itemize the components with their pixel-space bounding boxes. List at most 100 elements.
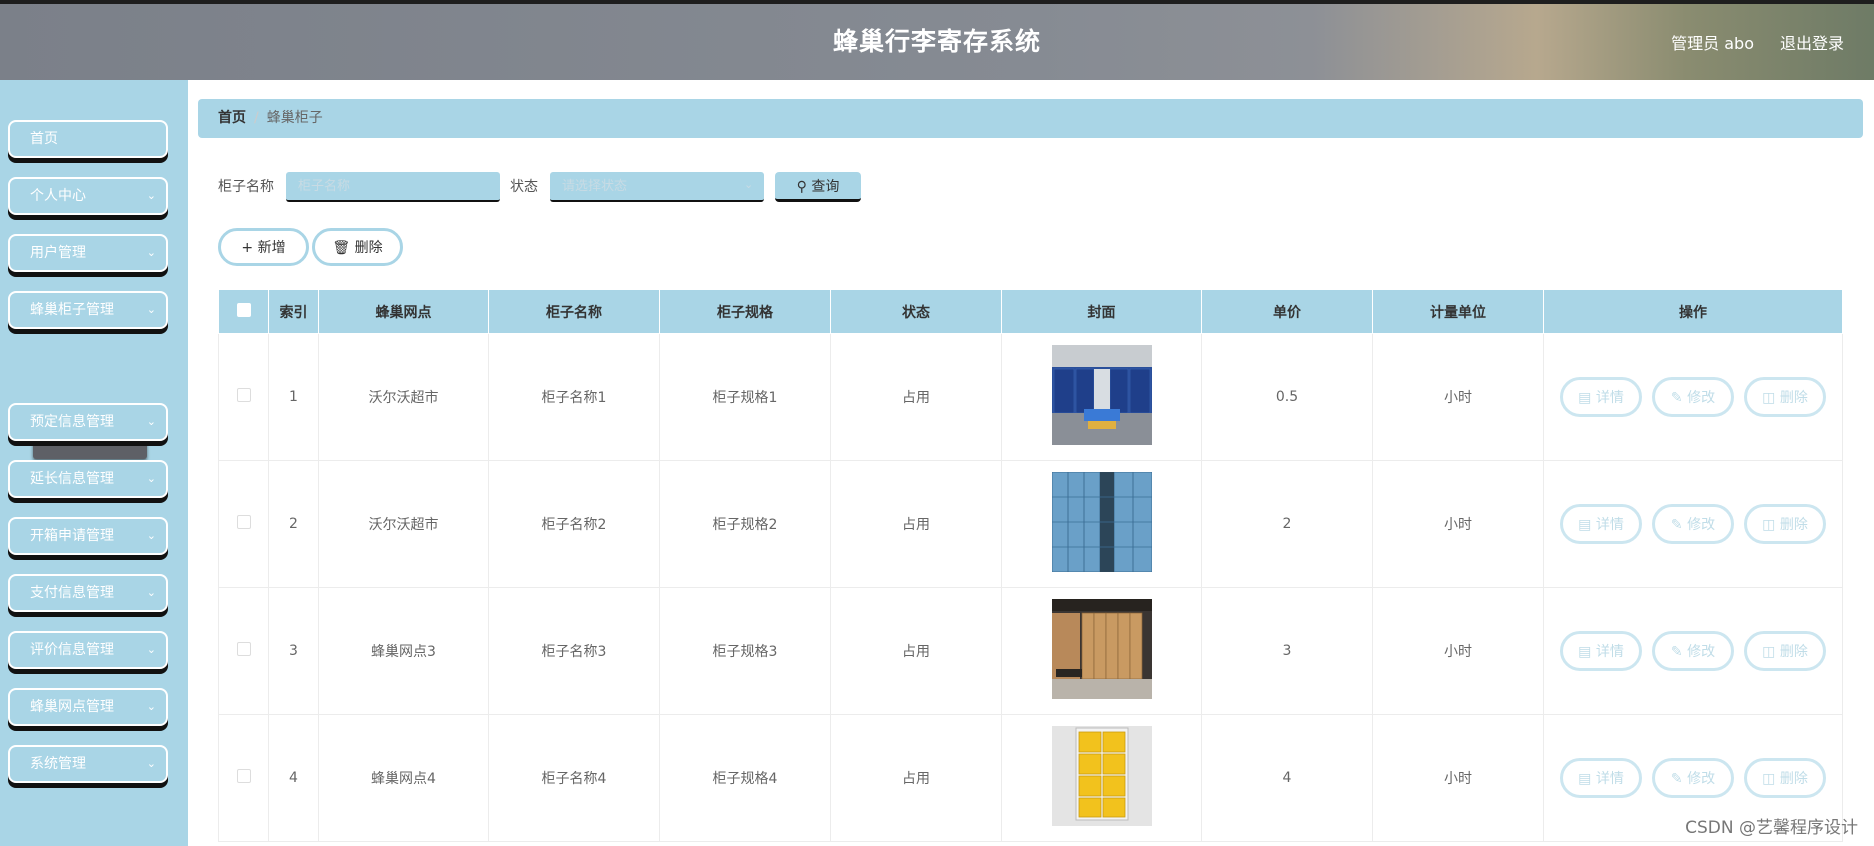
sidebar-item-label: 预定信息管理 bbox=[30, 414, 114, 430]
detail-button[interactable]: ▤ 详情 bbox=[1560, 504, 1642, 544]
row-checkbox[interactable] bbox=[236, 642, 251, 656]
document-icon: ▤ bbox=[1578, 390, 1592, 406]
detail-button[interactable]: ▤ 详情 bbox=[1560, 377, 1642, 417]
edit-button-label: 修改 bbox=[1687, 390, 1716, 406]
row-select-cell bbox=[218, 587, 269, 715]
sidebar-item-label: 蜂巢网点管理 bbox=[30, 699, 114, 715]
search-icon: ⚲ bbox=[796, 178, 807, 195]
sidebar-item-personal-center[interactable]: 个人中心 ⌄ bbox=[8, 177, 168, 215]
column-header: 索引 bbox=[268, 289, 319, 334]
add-button[interactable]: + 新增 bbox=[218, 228, 309, 266]
breadcrumb-home[interactable]: 首页 bbox=[218, 110, 246, 126]
detail-button-label: 详情 bbox=[1595, 644, 1624, 660]
spec-cell: 柜子规格1 bbox=[659, 333, 831, 461]
status-filter-label: 状态 bbox=[510, 179, 538, 195]
sidebar-item-booking-management[interactable]: 预定信息管理 ⌄ bbox=[8, 403, 168, 441]
row-select-cell bbox=[218, 714, 269, 842]
sidebar-item-label: 开箱申请管理 bbox=[30, 528, 114, 544]
sidebar-item-review-management[interactable]: 评价信息管理 ⌄ bbox=[8, 631, 168, 669]
chevron-down-icon: ⌄ bbox=[146, 643, 156, 656]
sidebar-item-payment-management[interactable]: 支付信息管理 ⌄ bbox=[8, 574, 168, 612]
row-select-cell bbox=[218, 460, 269, 588]
sidebar-item-locker-management[interactable]: 蜂巢柜子管理 ⌄ bbox=[8, 291, 168, 329]
sidebar-item-system-management[interactable]: 系统管理 ⌄ bbox=[8, 745, 168, 783]
query-button-label: 查询 bbox=[811, 178, 840, 195]
price-cell: 3 bbox=[1201, 587, 1373, 715]
unit-cell: 小时 bbox=[1372, 460, 1544, 588]
admin-user-label: 管理员 abo bbox=[1671, 34, 1754, 53]
trash-icon: 🗑 bbox=[332, 240, 351, 256]
trash-icon: ◫ bbox=[1762, 390, 1776, 406]
document-icon: ▤ bbox=[1578, 517, 1592, 533]
document-icon: ▤ bbox=[1578, 644, 1592, 660]
site-cell: 蜂巢网点4 bbox=[318, 714, 489, 842]
edit-button[interactable]: ✎ 修改 bbox=[1652, 377, 1734, 417]
cover-image bbox=[1051, 599, 1152, 699]
edit-button[interactable]: ✎ 修改 bbox=[1652, 631, 1734, 671]
sidebar-item-label: 延长信息管理 bbox=[30, 471, 114, 487]
breadcrumb-current: 蜂巢柜子 bbox=[266, 110, 323, 126]
sidebar-item-label: 首页 bbox=[30, 131, 58, 147]
table-row: 4 蜂巢网点4 柜子名称4 柜子规格4 占用 4 小时 ▤ 详情 ✎ 修改 ◫ … bbox=[218, 714, 1843, 842]
edit-button[interactable]: ✎ 修改 bbox=[1652, 504, 1734, 544]
batch-delete-button[interactable]: 🗑 删除 bbox=[312, 228, 403, 266]
column-header: 计量单位 bbox=[1372, 289, 1544, 334]
spec-cell: 柜子规格2 bbox=[659, 460, 831, 588]
cover-cell bbox=[1001, 333, 1202, 461]
pencil-icon: ✎ bbox=[1670, 644, 1683, 660]
sidebar-item-user-management[interactable]: 用户管理 ⌄ bbox=[8, 234, 168, 272]
spec-cell: 柜子规格3 bbox=[659, 587, 831, 715]
table-row: 1 沃尔沃超市 柜子名称1 柜子规格1 占用 0.5 小时 ▤ 详情 ✎ 修改 … bbox=[218, 333, 1843, 461]
delete-button[interactable]: ◫ 删除 bbox=[1744, 377, 1826, 417]
pencil-icon: ✎ bbox=[1670, 517, 1683, 533]
app-title: 蜂巢行李寄存系统 bbox=[832, 27, 1041, 56]
detail-button[interactable]: ▤ 详情 bbox=[1560, 631, 1642, 671]
row-checkbox[interactable] bbox=[236, 515, 251, 529]
site-cell: 蜂巢网点3 bbox=[318, 587, 489, 715]
delete-button[interactable]: ◫ 删除 bbox=[1744, 758, 1826, 798]
column-header: 蜂巢网点 bbox=[318, 289, 489, 334]
sidebar-item-label: 用户管理 bbox=[30, 245, 86, 261]
unit-cell: 小时 bbox=[1372, 587, 1544, 715]
logout-link[interactable]: 退出登录 bbox=[1780, 30, 1844, 54]
trash-icon: ◫ bbox=[1762, 517, 1776, 533]
edit-button-label: 修改 bbox=[1687, 517, 1716, 533]
chevron-down-icon: ⌄ bbox=[146, 472, 156, 485]
sidebar-item-open-request-management[interactable]: 开箱申请管理 ⌄ bbox=[8, 517, 168, 555]
query-button[interactable]: ⚲ 查询 bbox=[775, 172, 861, 202]
select-all-checkbox[interactable] bbox=[236, 302, 251, 317]
sidebar-item-home[interactable]: 首页 bbox=[8, 120, 168, 158]
cover-cell bbox=[1001, 587, 1202, 715]
delete-button-label: 删除 bbox=[1779, 390, 1808, 406]
sidebar-item-extension-management[interactable]: 延长信息管理 ⌄ bbox=[8, 460, 168, 498]
status-cell: 占用 bbox=[830, 714, 1002, 842]
sidebar: 首页 个人中心⌄ 用户管理⌄ 蜂巢柜子管理⌄ 蜂巢柜子 预定信息管理⌄ 延长信息… bbox=[0, 80, 188, 846]
chevron-down-icon: ⌄ bbox=[146, 189, 156, 202]
column-header: 柜子规格 bbox=[659, 289, 831, 334]
delete-button-label: 删除 bbox=[1779, 517, 1808, 533]
breadcrumb-separator: / bbox=[254, 110, 259, 126]
status-filter-select[interactable] bbox=[550, 172, 764, 202]
table-header-row: 索引 蜂巢网点 柜子名称 柜子规格 状态 封面 单价 计量单位 操作 bbox=[218, 289, 1843, 334]
select-all-cell[interactable] bbox=[218, 289, 269, 334]
edit-button-label: 修改 bbox=[1687, 771, 1716, 787]
sidebar-item-label: 蜂巢柜子管理 bbox=[30, 302, 114, 318]
chevron-down-icon: ⌄ bbox=[744, 178, 754, 191]
delete-button[interactable]: ◫ 删除 bbox=[1744, 631, 1826, 671]
edit-button[interactable]: ✎ 修改 bbox=[1652, 758, 1734, 798]
unit-cell: 小时 bbox=[1372, 333, 1544, 461]
status-cell: 占用 bbox=[830, 587, 1002, 715]
row-checkbox[interactable] bbox=[236, 769, 251, 783]
name-filter-input[interactable] bbox=[286, 172, 500, 202]
chevron-down-icon: ⌄ bbox=[146, 700, 156, 713]
sidebar-item-label: 系统管理 bbox=[30, 756, 86, 772]
column-header: 操作 bbox=[1543, 289, 1843, 334]
name-cell: 柜子名称1 bbox=[488, 333, 660, 461]
delete-button[interactable]: ◫ 删除 bbox=[1744, 504, 1826, 544]
row-select-cell bbox=[218, 333, 269, 461]
detail-button[interactable]: ▤ 详情 bbox=[1560, 758, 1642, 798]
add-button-label: 新增 bbox=[257, 240, 286, 256]
sidebar-item-site-management[interactable]: 蜂巢网点管理 ⌄ bbox=[8, 688, 168, 726]
chevron-up-icon: ⌄ bbox=[146, 303, 156, 316]
row-checkbox[interactable] bbox=[236, 388, 251, 402]
